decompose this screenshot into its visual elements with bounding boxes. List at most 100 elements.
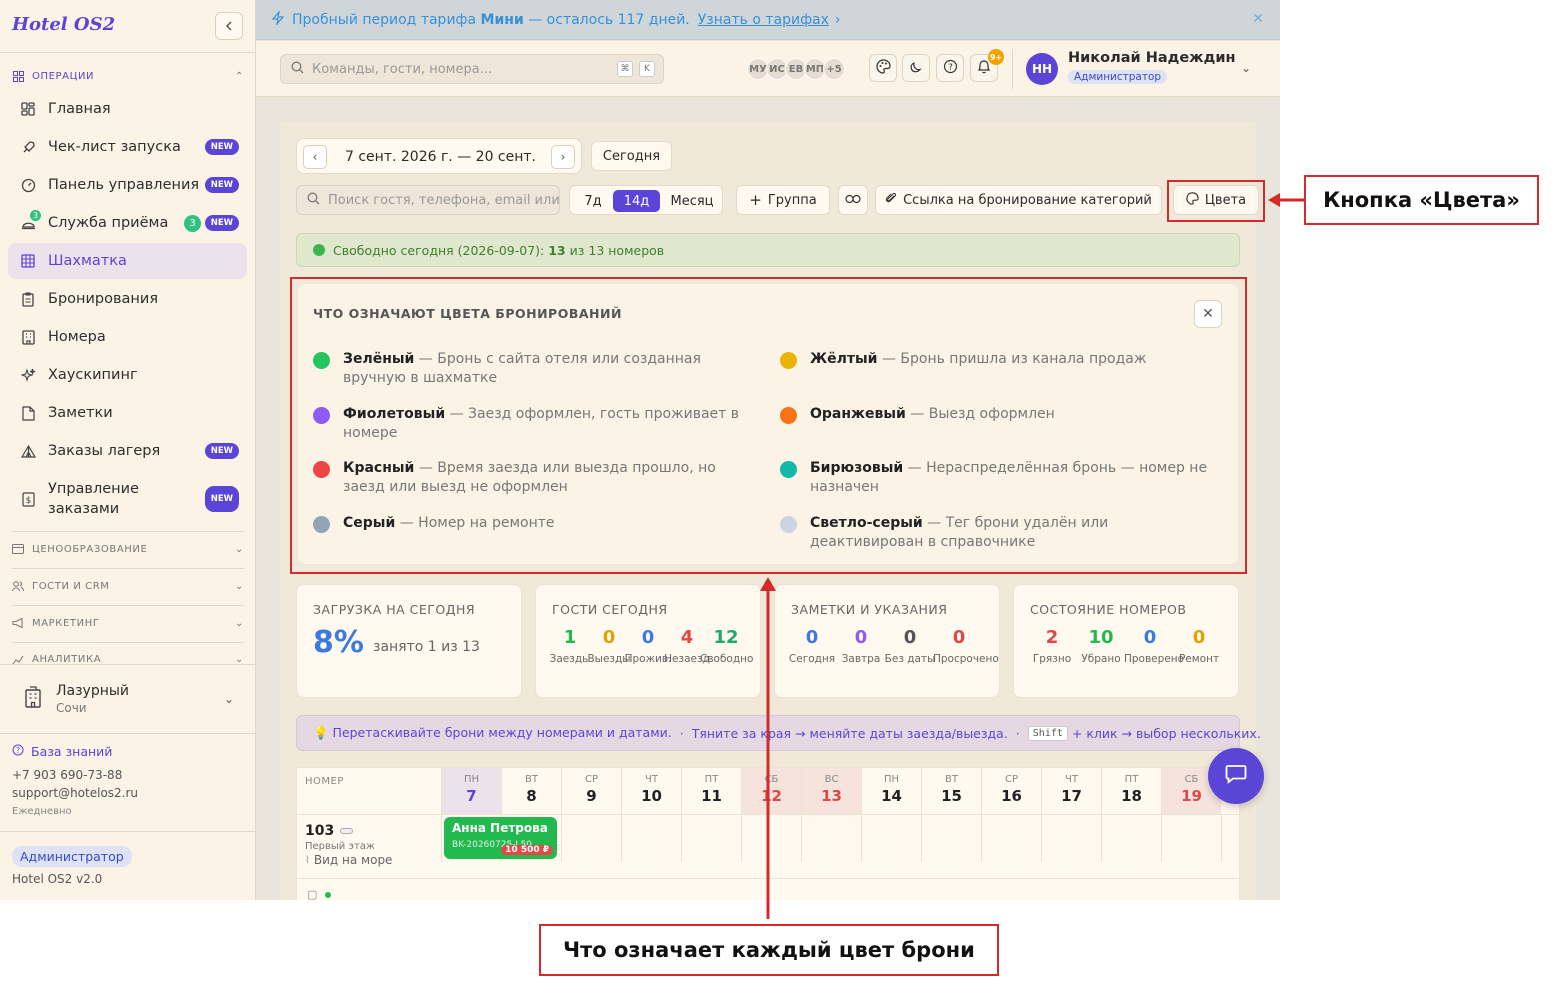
day-column-header: ВС 13 [801,768,861,814]
day-cell-divider [441,814,442,862]
row-2-tools: ▢ [307,888,332,900]
chevron-down-icon: ⌄ [235,543,244,555]
chevron-left-icon: ‹ [312,150,318,164]
view-14d[interactable]: 14д [613,190,660,212]
booking-link-button[interactable]: Ссылка на бронирование категорий [875,185,1162,215]
stat-card-notes[interactable]: ЗАМЕТКИ И УКАЗАНИЯ 0 Сегодня 0 Завтра 0 Без д… [774,584,1000,698]
theme-palette-button[interactable] [869,54,897,82]
plus-icon: + [749,191,762,209]
group-button-label: Группа [767,192,817,208]
section-analytics[interactable]: АНАЛИТИКА ⌄ [12,654,244,664]
sidebar-item-rooms[interactable]: Номера [8,319,247,355]
divider [12,531,244,532]
day-cell-divider [561,814,562,862]
sidebar-item-front-desk[interactable]: 3 Служба приёма 3 NEW [8,205,247,241]
top-bar: Команды, гости, номера... ⌘ K МУ ИС ЕВ М… [256,41,1280,97]
sidebar-item-launch-checklist[interactable]: Чек-лист запуска NEW [8,129,247,165]
stat-counter[interactable]: 0 Завтра [835,627,887,667]
day-number: 8 [526,787,537,805]
sidebar-item-order-management[interactable]: $ Управление заказами NEW [8,476,247,522]
command-search-input[interactable]: Команды, гости, номера... ⌘ K [280,54,664,84]
help-circle-icon: ? [12,744,24,759]
sidebar-item-housekeeping[interactable]: Хаускипинг [8,357,247,393]
stat-counter[interactable]: 12 Свободно [700,627,753,667]
new-badge: NEW [204,139,239,155]
chevron-down-icon[interactable]: ⌄ [1241,61,1251,75]
sidebar-item-bookings[interactable]: Бронирования [8,281,247,317]
user-avatar[interactable]: НН [1026,53,1058,85]
hotel-switcher[interactable]: Лазурный Сочи ⌄ [12,676,244,722]
app-logo[interactable]: Hotel OS2 [12,14,115,35]
chat-button[interactable] [1208,748,1264,804]
stat-label: Сегодня [788,653,836,665]
close-icon[interactable]: ✕ [1252,11,1264,27]
support-email[interactable]: support@hotelos2.ru [12,786,138,800]
stat-counter[interactable]: 0 Ремонт [1173,627,1225,667]
avatar-more[interactable]: +5 [823,58,845,80]
sidebar-item-label: Заметки [48,405,113,421]
stat-value: 0 [805,627,819,648]
view-7d[interactable]: 7д [576,190,610,212]
sidebar-item-control-panel[interactable]: Панель управления NEW [8,167,247,203]
knowledge-base-link[interactable]: ? База знаний [12,744,112,759]
svg-text:?: ? [948,63,953,73]
support-phone[interactable]: +7 903 690-73-88 [12,768,122,782]
sidebar-item-chessboard[interactable]: Шахматка [8,243,247,279]
online-users[interactable]: МУ ИС ЕВ МП +5 [747,58,845,80]
chat-bubble-icon [1225,764,1247,788]
day-number: 15 [941,787,962,805]
stat-card-guests[interactable]: ГОСТИ СЕГОДНЯ 1 Заезды 0 Выезды 0 Прожив. 4 Нез… [535,584,761,698]
stat-card-load: ЗАГРУЗКА НА СЕГОДНЯ 8% занято 1 из 13 [296,584,522,698]
booking-block[interactable]: Анна Петрова BK-20260725-L50 10 500 ₽ [444,817,557,859]
day-column-header: ВТ 8 [501,768,561,814]
sidebar-item-home[interactable]: Главная [8,91,247,127]
day-number: 16 [1001,787,1022,805]
prev-period-button[interactable]: ‹ [303,145,327,169]
dark-mode-button[interactable] [902,54,930,82]
tip-part-1: 💡 Перетаскивайте брони между номерами и … [313,725,672,740]
stat-value: 0 [952,627,966,648]
stat-counter[interactable]: 0 Просрочено [933,627,999,667]
stat-counter[interactable]: 0 Проверено [1124,627,1185,667]
green-dot-icon [313,244,325,256]
copy-link-button[interactable] [838,185,868,215]
room-view: Вид на море [313,853,393,867]
section-guests-crm[interactable]: ГОСТИ И CRM ⌄ [12,580,244,592]
stat-card-rooms[interactable]: СОСТОЯНИЕ НОМЕРОВ 2 Грязно 10 Убрано 0 Провер… [1013,584,1239,698]
date-range-label[interactable]: 7 сент. 2026 г. — 20 сент. [345,149,536,165]
view-month[interactable]: Месяц [664,190,720,212]
weekday-label: ВС [824,774,839,785]
day-column-header: СР 9 [561,768,621,814]
room-tag-icon [340,828,354,834]
stat-label: Проверено [1124,653,1185,665]
section-operations[interactable]: ОПЕРАЦИИ ⌃ [12,70,244,82]
today-button[interactable]: Сегодня [591,141,672,171]
collapse-sidebar-button[interactable] [215,12,243,40]
group-button[interactable]: + Группа [736,185,830,215]
day-cell-divider [861,814,862,862]
stat-counter[interactable]: 0 Сегодня [786,627,838,667]
guest-search-input[interactable]: Поиск гостя, телефона, email или [296,185,560,215]
room-row-103[interactable]: 103 Первый этаж ⌇ Вид на море [305,823,392,867]
section-pricing[interactable]: ЦЕНООБРАЗОВАНИЕ ⌄ [12,543,244,555]
stat-counter[interactable]: 10 Убрано [1075,627,1127,667]
help-button[interactable]: ? [936,54,964,82]
kbd-k: K [639,61,655,77]
clipboard-icon [20,291,36,307]
user-name[interactable]: Николай Надеждин [1068,50,1236,66]
gauge-icon [20,177,36,193]
sidebar-item-notes[interactable]: Заметки [8,395,247,431]
tip-part-2: Тяните за края → меняйте даты заезда/вые… [691,725,1008,741]
notifications-button[interactable]: 9+ [970,49,1004,82]
stat-counter[interactable]: 0 Без даты [884,627,936,667]
dollar-doc-icon: $ [20,491,36,507]
next-period-button[interactable]: › [551,145,575,169]
chevron-left-icon [225,21,232,31]
tent-icon [20,443,36,459]
grid-icon [20,253,36,269]
divider [12,605,244,606]
pricing-link[interactable]: Узнать о тарифах [698,12,829,28]
stat-counter[interactable]: 2 Грязно [1026,627,1078,667]
sidebar-item-camp-orders[interactable]: Заказы лагеря NEW [8,433,247,469]
section-marketing[interactable]: МАРКЕТИНГ ⌄ [12,617,244,629]
